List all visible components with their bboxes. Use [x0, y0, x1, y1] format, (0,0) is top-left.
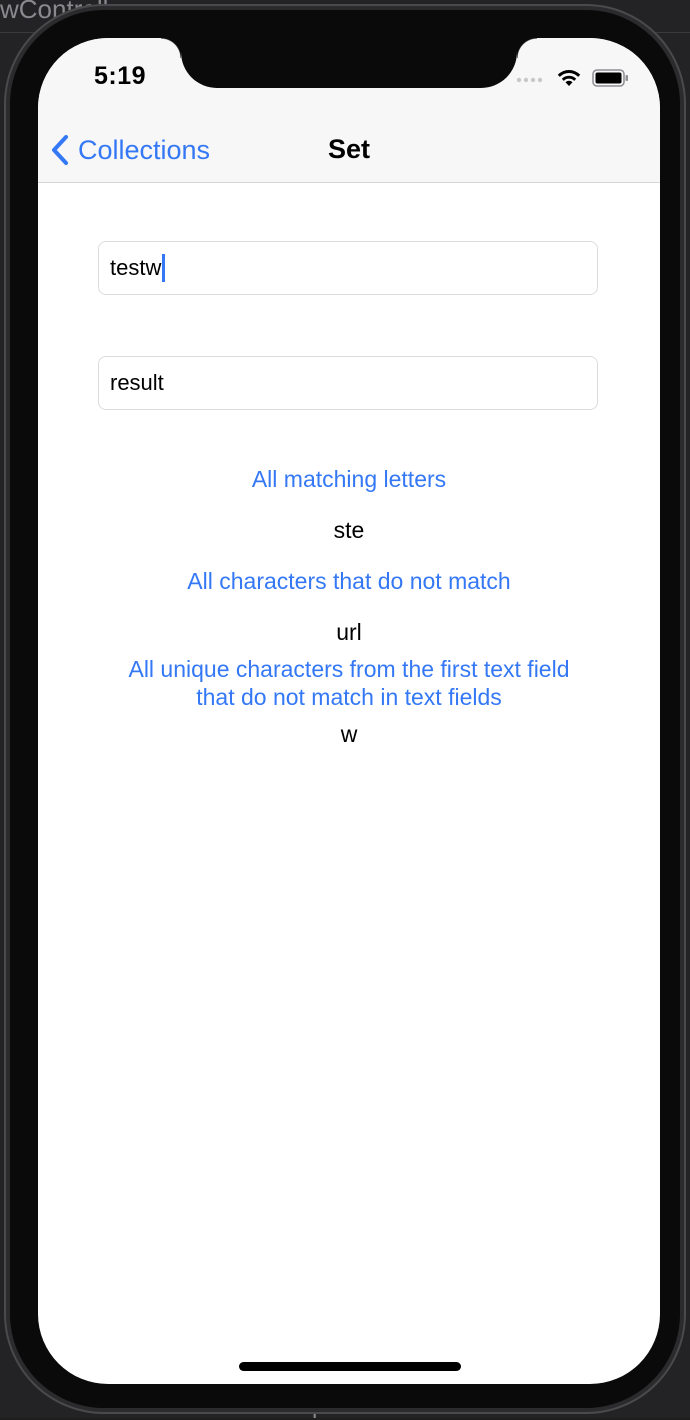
- status-time: 5:19: [94, 62, 147, 90]
- matching-letters-result: ste: [333, 517, 365, 543]
- non-matching-characters-result: url: [336, 619, 362, 645]
- first-text-field[interactable]: testw: [98, 241, 598, 295]
- second-text-field-value: result: [110, 370, 164, 395]
- matching-letters-button[interactable]: All matching letters: [38, 465, 660, 493]
- unique-characters-button[interactable]: All unique characters from the first tex…: [38, 655, 660, 711]
- text-cursor: [162, 254, 166, 282]
- unique-characters-result: w: [340, 721, 358, 747]
- navigation-title: Set: [327, 134, 371, 164]
- home-indicator[interactable]: [239, 1362, 461, 1371]
- cellular-signal-icon: [516, 77, 543, 83]
- unique-characters-button-line1: All unique characters from the first tex…: [128, 656, 570, 682]
- battery-icon: [592, 69, 628, 87]
- device-notch: [161, 38, 537, 88]
- phone-frame: 5:19 Collections Set testw result All ma…: [4, 4, 686, 1414]
- non-matching-characters-button[interactable]: All characters that do not match: [38, 567, 660, 595]
- navigation-bar: Collections Set: [38, 118, 660, 183]
- status-icons: [516, 66, 630, 90]
- phone-screen: 5:19 Collections Set testw result All ma…: [38, 38, 660, 1384]
- second-text-field[interactable]: result: [98, 356, 598, 410]
- unique-characters-button-line2: that do not match in text fields: [196, 684, 502, 710]
- first-text-field-value: testw: [110, 255, 162, 280]
- wifi-icon: [557, 70, 581, 86]
